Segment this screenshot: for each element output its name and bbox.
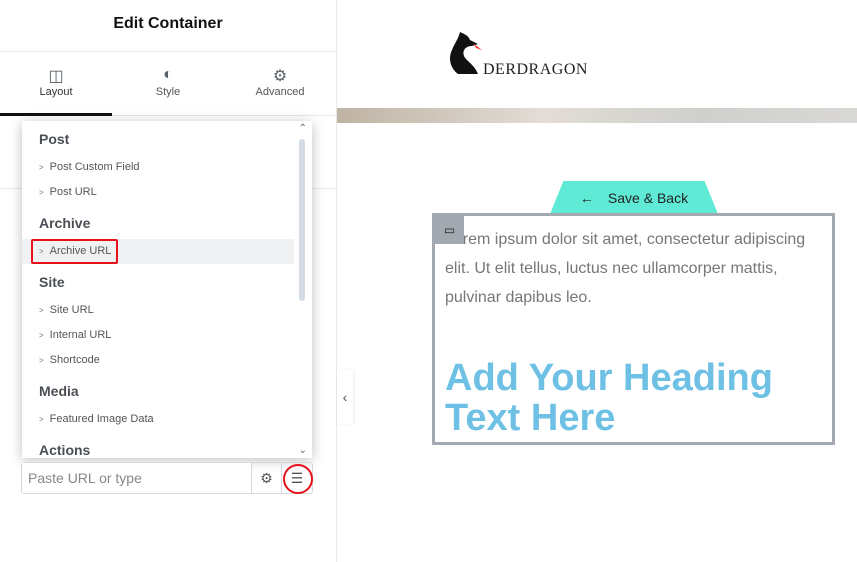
group-actions: Actions: [39, 442, 91, 458]
url-options-button[interactable]: ⚙: [252, 463, 282, 493]
option-shortcode[interactable]: > Shortcode: [22, 348, 312, 373]
option-post-custom-field[interactable]: > Post Custom Field: [22, 155, 312, 180]
url-input[interactable]: [22, 463, 252, 493]
tab-layout[interactable]: ◫ Layout: [0, 52, 112, 116]
chevron-left-icon: ‹: [342, 389, 348, 405]
group-post: Post: [39, 131, 70, 147]
dynamic-tags-button[interactable]: ☰: [282, 463, 313, 494]
url-control: ⚙ ☰: [21, 462, 313, 494]
group-archive: Archive: [39, 215, 91, 231]
site-logo[interactable]: DERDRAGON: [446, 28, 606, 78]
chevron-up-icon[interactable]: ⌃: [299, 123, 307, 134]
option-featured-image-data[interactable]: > Featured Image Data: [22, 407, 312, 432]
container-handle[interactable]: ▭: [435, 216, 464, 244]
arrow-left-icon: ←: [579, 189, 594, 206]
gear-icon: ⚙: [272, 68, 288, 85]
scrollbar[interactable]: [299, 139, 305, 301]
text-editor-paragraph[interactable]: Lorem ipsum dolor sit amet, consectetur …: [445, 225, 822, 312]
collapse-panel-button[interactable]: ‹: [337, 370, 353, 424]
columns-icon: ◫: [48, 68, 64, 85]
chevron-down-icon[interactable]: ⌄: [299, 445, 307, 456]
panel-title: Edit Container: [0, 0, 336, 52]
group-site: Site: [39, 274, 65, 290]
tab-label: Advanced: [255, 86, 305, 98]
tab-advanced[interactable]: ⚙ Advanced: [224, 52, 336, 115]
save-back-label: Save & Back: [607, 189, 689, 206]
logo-text: DERDRAGON: [483, 61, 588, 78]
option-internal-url[interactable]: > Internal URL: [22, 323, 312, 348]
container-element[interactable]: ▭ Lorem ipsum dolor sit amet, consectetu…: [432, 213, 835, 445]
container-icon: ▭: [443, 223, 456, 237]
dragon-icon: [450, 32, 482, 74]
hero-image: [337, 108, 857, 123]
highlight-circle: [283, 464, 313, 494]
tab-label: Style: [155, 86, 181, 98]
tab-style[interactable]: ◐ Style: [112, 52, 224, 115]
option-post-url[interactable]: > Post URL: [22, 180, 312, 205]
contrast-icon: ◐: [163, 66, 173, 83]
gear-icon: ⚙: [260, 469, 273, 486]
heading-widget[interactable]: Add Your Heading Text Here: [445, 358, 822, 438]
tab-label: Layout: [39, 86, 73, 98]
highlight-box: [31, 239, 118, 264]
group-media: Media: [39, 383, 79, 399]
option-site-url[interactable]: > Site URL: [22, 298, 312, 323]
save-and-back-button[interactable]: ← Save & Back: [550, 181, 718, 214]
option-archive-url[interactable]: > Archive URL: [22, 239, 294, 264]
dynamic-tags-dropdown: Post > Post Custom Field > Post URL Archiv…: [22, 121, 312, 458]
panel-tabs: ◫ Layout ◐ Style ⚙ Advanced: [0, 52, 336, 116]
